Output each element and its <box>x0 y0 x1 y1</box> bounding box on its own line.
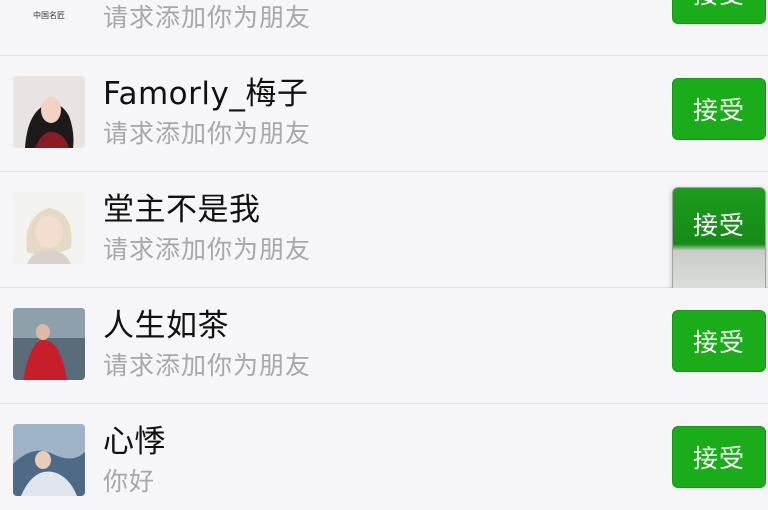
profile-photo-icon <box>13 308 85 380</box>
avatar[interactable] <box>13 308 85 380</box>
friend-request-list: 中国名匠 请求添加你为朋友 接受 Famorly_梅子 请求添加你为朋友 接受 <box>0 0 768 510</box>
profile-photo-icon <box>13 192 85 264</box>
request-message: 请求添加你为朋友 <box>103 3 312 32</box>
avatar[interactable] <box>13 192 85 264</box>
friend-request-row[interactable]: 堂主不是我 请求添加你为朋友 接受 <box>0 172 768 297</box>
contact-name: 人生如茶 <box>103 308 229 344</box>
accept-button[interactable]: 接受 <box>672 187 766 297</box>
contact-name: 心悸 <box>103 424 166 460</box>
profile-photo-icon <box>13 76 85 148</box>
request-message: 请求添加你为朋友 <box>103 235 312 264</box>
friend-request-row[interactable]: 中国名匠 请求添加你为朋友 接受 <box>0 0 768 56</box>
accept-button[interactable]: 接受 <box>672 310 766 372</box>
request-message: 请求添加你为朋友 <box>103 119 312 148</box>
accept-button[interactable]: 接受 <box>672 0 766 24</box>
brand-logo-icon: 中国名匠 <box>33 10 65 20</box>
avatar[interactable]: 中国名匠 <box>13 0 85 24</box>
friend-request-row[interactable]: 人生如茶 请求添加你为朋友 接受 <box>0 288 768 404</box>
friend-request-row[interactable]: 心悸 你好 接受 <box>0 404 768 510</box>
avatar[interactable] <box>13 424 85 496</box>
profile-photo-icon <box>13 424 85 496</box>
accept-button[interactable]: 接受 <box>672 426 766 488</box>
request-message: 请求添加你为朋友 <box>103 351 312 380</box>
contact-name: Famorly_梅子 <box>103 76 309 112</box>
avatar[interactable] <box>13 76 85 148</box>
logo-text: 中国名匠 <box>33 10 65 20</box>
contact-name: 堂主不是我 <box>103 192 261 228</box>
request-message: 你好 <box>103 467 156 496</box>
accept-button[interactable]: 接受 <box>672 78 766 140</box>
friend-request-row[interactable]: Famorly_梅子 请求添加你为朋友 接受 <box>0 56 768 172</box>
